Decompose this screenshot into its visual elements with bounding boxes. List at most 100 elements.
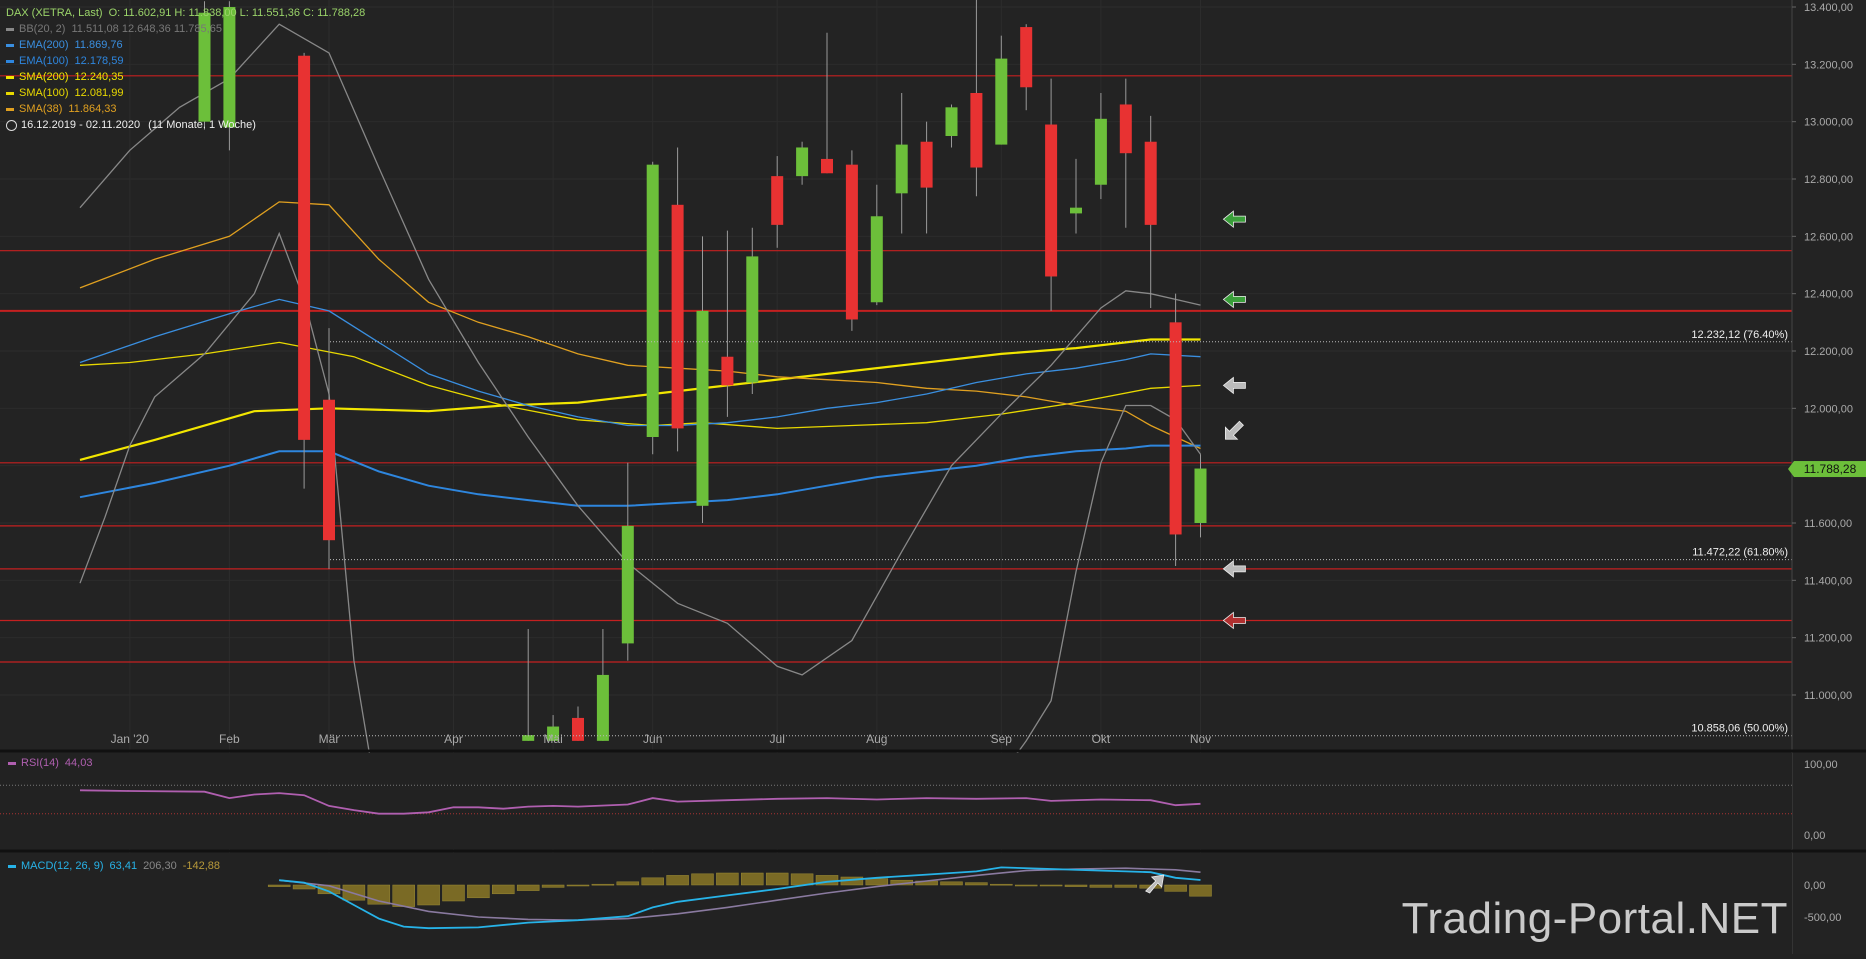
macd-histogram-bar: [965, 882, 988, 886]
macd-axis-label: -500,00: [1804, 912, 1841, 924]
indicator-values: 11.511,08 12.648,36 11.785,65: [71, 23, 222, 35]
indicator-name: EMA(100): [19, 55, 69, 67]
candle-down: [845, 164, 858, 320]
macd-histogram-bar: [691, 873, 714, 886]
indicator-swatch: [6, 75, 14, 79]
y-tick-label: 12.200,00: [1804, 346, 1853, 358]
macd-histogram-bar: [1189, 884, 1212, 897]
candle-up: [1094, 118, 1107, 185]
macd-histogram-bar: [392, 884, 415, 907]
x-tick-label: Jul: [770, 732, 785, 746]
macd-histogram-bar: [641, 877, 664, 886]
candle-up: [596, 674, 609, 741]
candle-down: [920, 141, 933, 188]
rsi-axis-label: 0,00: [1804, 830, 1825, 842]
candle-down: [1144, 141, 1157, 225]
indicator-row: SMA(200) 12.240,35: [6, 69, 365, 85]
candle-up: [995, 58, 1008, 145]
macd-histogram-bar: [591, 883, 615, 886]
candle-down: [821, 158, 833, 174]
candle-up: [796, 147, 809, 177]
macd-histogram-bar: [267, 884, 291, 887]
indicator-values: 12.081,99: [74, 87, 124, 99]
rsi-axis-label: 100,00: [1804, 759, 1838, 771]
chart-svg[interactable]: 12.232,12 (76.40%) 11.472,22 (61.80%) 10.8…: [0, 0, 1866, 954]
rsi-value: 44,03: [64, 757, 93, 769]
x-tick-label: Apr: [444, 732, 463, 746]
macd-histogram-bar: [940, 881, 963, 886]
x-tick-label: Aug: [866, 732, 887, 746]
period-range: 16.12.2019 - 02.11.2020: [21, 119, 141, 131]
indicator-row: BB(20, 2) 11.511,08 12.648,36 11.785,65: [6, 21, 365, 37]
indicator-name: SMA(200): [19, 71, 69, 83]
macd-histogram-bar: [990, 883, 1013, 886]
fib-label: 12.232,12 (76.40%): [1691, 329, 1788, 341]
chart-stage: 12.232,12 (76.40%) 11.472,22 (61.80%) 10.8…: [0, 0, 1866, 954]
candle-down: [671, 204, 684, 429]
clock-icon: [6, 119, 17, 131]
macd-histogram-bar: [765, 872, 789, 886]
macd-histogram-bar: [1114, 884, 1138, 888]
indicator-values: 12.240,35: [74, 71, 124, 83]
indicator-swatch: [6, 107, 14, 111]
macd-histogram-bar: [516, 884, 540, 891]
candle-down: [771, 176, 784, 225]
candle-up: [696, 310, 709, 506]
x-tick-label: Sep: [991, 732, 1013, 746]
macd-axis-label: 0,00: [1804, 880, 1825, 892]
macd-histogram-bar: [1014, 884, 1038, 887]
candle-up: [1070, 207, 1082, 214]
macd-legend: MACD(12, 26, 9) 63,41 206,30 -142,88: [8, 860, 220, 872]
candle-down: [721, 356, 734, 386]
candle-down: [1119, 104, 1132, 154]
x-tick-label: Nov: [1190, 732, 1211, 746]
rsi-name: RSI(14): [21, 757, 59, 769]
macd-histogram-bar: [790, 873, 814, 886]
period-duration: (11 Monate, 1 Woche): [148, 119, 256, 131]
candle-down: [323, 399, 335, 541]
x-tick-label: Okt: [1092, 732, 1111, 746]
candle-up: [945, 107, 958, 136]
candle-up: [621, 525, 634, 644]
indicator-row: SMA(38) 11.864,33: [6, 101, 365, 117]
y-tick-label: 11.400,00: [1804, 575, 1852, 587]
candle-up: [895, 144, 908, 194]
y-tick-label: 11.600,00: [1804, 518, 1852, 530]
indicator-values: 11.869,76: [74, 39, 123, 51]
y-tick-label: 12.600,00: [1804, 231, 1853, 243]
macd-name: MACD(12, 26, 9): [21, 860, 104, 872]
instrument-row: DAX (XETRA, Last) O: 11.602,91 H: 11.838…: [6, 5, 365, 21]
macd-histogram-bar: [467, 884, 490, 899]
x-tick-label: Feb: [219, 732, 240, 746]
macd-histogram-bar: [1089, 884, 1113, 888]
indicator-values: 11.864,33: [68, 103, 117, 115]
macd-histogram-bar: [492, 884, 515, 895]
macd-histogram-bar: [1039, 884, 1063, 887]
macd-histogram-bar: [716, 872, 739, 886]
indicator-name: SMA(38): [19, 103, 63, 115]
instrument-ohlc: O: 11.602,91 H: 11.838,00 L: 11.551,36 C…: [108, 7, 366, 19]
y-tick-label: 11.200,00: [1804, 633, 1852, 645]
macd-histogram-bar: [1164, 884, 1187, 892]
indicator-swatch: [6, 91, 14, 95]
rsi-swatch: [8, 761, 16, 765]
indicator-row: SMA(100) 12.081,99: [6, 85, 365, 101]
macd-histogram-bar: [741, 872, 764, 886]
macd-v3: -142,88: [182, 860, 221, 872]
macd-histogram-bar: [442, 884, 465, 902]
indicator-swatch: [6, 27, 14, 31]
fib-label: 11.472,22 (61.80%): [1692, 547, 1788, 559]
macd-histogram-bar: [417, 884, 440, 906]
x-tick-label: Jun: [643, 732, 662, 746]
candle-down: [1169, 322, 1182, 535]
candle-up: [646, 164, 659, 437]
y-tick-label: 12.000,00: [1804, 403, 1853, 415]
x-tick-label: Jan '20: [111, 732, 150, 746]
x-tick-label: Mär: [319, 732, 340, 746]
macd-swatch: [8, 864, 16, 868]
candle-up: [870, 216, 883, 303]
macd-histogram-bar: [566, 884, 590, 887]
y-tick-label: 11.000,00: [1804, 690, 1852, 702]
period-row: 16.12.2019 - 02.11.2020 (11 Monate, 1 Wo…: [6, 117, 365, 133]
y-tick-label: 13.200,00: [1804, 59, 1853, 71]
